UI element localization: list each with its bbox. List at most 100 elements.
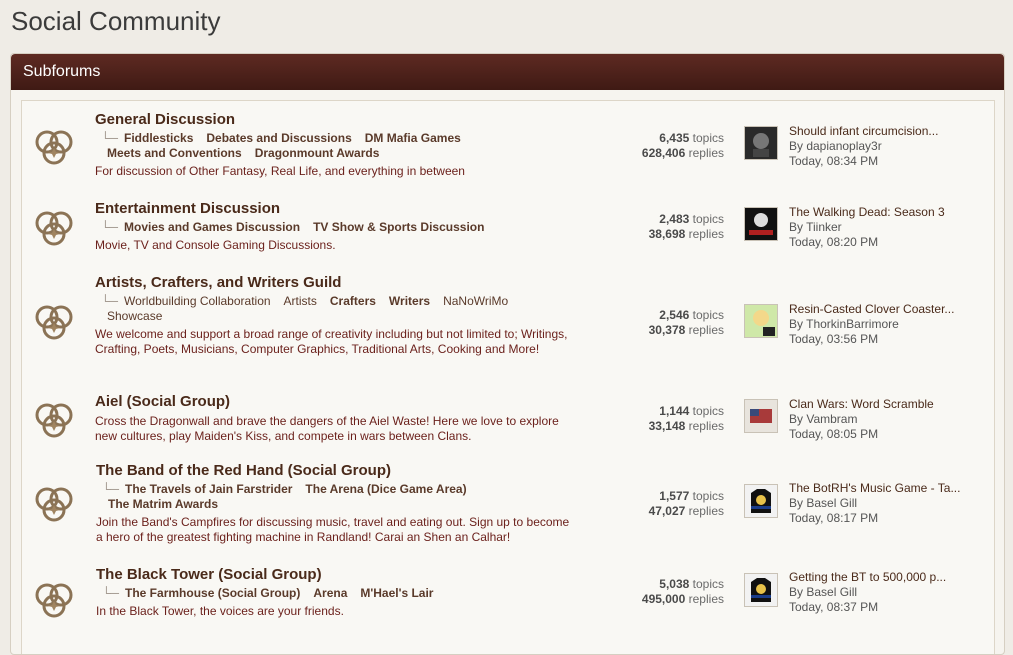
subforums-panel: Subforums General Discussion └─ Fiddlesti… <box>10 53 1005 655</box>
forum-stats: 5,038 topics 495,000 replies <box>582 577 724 607</box>
reply-count: 628,406 <box>641 146 686 160</box>
subforum-link[interactable]: Meets and Conventions <box>107 146 242 160</box>
subforum-link[interactable]: Crafters <box>330 294 376 308</box>
subforum-link[interactable]: The Farmhouse (Social Group) <box>125 586 300 600</box>
forum-title[interactable]: Aiel (Social Group) <box>95 393 575 411</box>
last-post-author[interactable]: By Tiinker <box>789 220 989 235</box>
subforum-link[interactable]: Artists <box>284 294 317 308</box>
forum-rings-icon[interactable] <box>34 400 74 440</box>
last-post: The Walking Dead: Season 3 By Tiinker To… <box>789 205 989 250</box>
reply-count: 30,378 <box>648 323 686 337</box>
page-title: Social Community <box>11 6 221 36</box>
tree-connector-icon: └─ <box>101 131 119 145</box>
last-post-author[interactable]: By Basel Gill <box>789 496 989 511</box>
last-post: The BotRH's Music Game - Ta... By Basel … <box>789 481 989 526</box>
forum-stats: 2,546 topics 30,378 replies <box>582 308 724 338</box>
subforum-link[interactable]: Dragonmount Awards <box>255 146 380 160</box>
last-post-time: Today, 08:37 PM <box>789 600 879 614</box>
forum-title[interactable]: The Black Tower (Social Group) <box>96 566 576 584</box>
forum-description: Cross the Dragonwall and brave the dange… <box>95 414 559 443</box>
forum-title[interactable]: Artists, Crafters, and Writers Guild <box>95 274 575 292</box>
subforum-list: └─ Fiddlesticks Debates and Discussions DM … <box>95 131 575 161</box>
last-post-time: Today, 03:56 PM <box>789 332 879 346</box>
forum-description: In the Black Tower, the voices are your … <box>96 604 344 618</box>
forum-stats: 1,577 topics 47,027 replies <box>582 489 724 519</box>
replies-label: replies <box>688 227 724 241</box>
last-post-title[interactable]: The Walking Dead: Season 3 <box>789 205 989 220</box>
last-post: Getting the BT to 500,000 p... By Basel … <box>789 570 989 615</box>
user-avatar[interactable] <box>744 207 778 241</box>
topic-count: 6,435 <box>659 131 690 145</box>
last-post-time: Today, 08:05 PM <box>789 427 879 441</box>
forum-stats: 2,483 topics 38,698 replies <box>582 212 724 242</box>
forum-stats: 1,144 topics 33,148 replies <box>582 404 724 434</box>
user-avatar[interactable] <box>744 399 778 433</box>
forum-stats: 6,435 topics 628,406 replies <box>582 131 724 161</box>
user-avatar[interactable] <box>744 573 778 607</box>
tree-connector-icon: └─ <box>101 220 119 234</box>
subforum-list: └─ Worldbuilding Collaboration Artists Craf… <box>95 294 575 324</box>
last-post: Clan Wars: Word Scramble By Vambram Toda… <box>789 397 989 442</box>
replies-label: replies <box>688 504 724 518</box>
topics-label: topics <box>692 489 724 503</box>
subforum-link[interactable]: M'Hael's Lair <box>360 586 433 600</box>
subforum-link[interactable]: The Arena (Dice Game Area) <box>305 482 466 496</box>
replies-label: replies <box>688 323 724 337</box>
subforum-link[interactable]: Arena <box>313 586 347 600</box>
last-post-title[interactable]: Getting the BT to 500,000 p... <box>789 570 989 585</box>
subforum-link[interactable]: Movies and Games Discussion <box>124 220 300 234</box>
last-post-time: Today, 08:17 PM <box>789 511 879 525</box>
reply-count: 47,027 <box>648 504 686 518</box>
forum-title[interactable]: The Band of the Red Hand (Social Group) <box>96 462 576 480</box>
forum-rings-icon[interactable] <box>34 302 74 342</box>
forum-rings-icon[interactable] <box>34 580 74 620</box>
subforum-list: └─ The Travels of Jain Farstrider The Aren… <box>96 482 576 512</box>
user-avatar[interactable] <box>744 126 778 160</box>
forum-title[interactable]: General Discussion <box>95 111 575 129</box>
topic-count: 5,038 <box>659 577 690 591</box>
last-post-author[interactable]: By dapianoplay3r <box>789 139 989 154</box>
subforum-link[interactable]: Debates and Discussions <box>206 131 351 145</box>
forum-title[interactable]: Entertainment Discussion <box>95 200 575 218</box>
last-post-title[interactable]: The BotRH's Music Game - Ta... <box>789 481 989 496</box>
replies-label: replies <box>688 419 724 433</box>
topics-label: topics <box>692 577 724 591</box>
tree-connector-icon: └─ <box>101 294 119 308</box>
subforum-link[interactable]: TV Show & Sports Discussion <box>313 220 484 234</box>
replies-label: replies <box>688 146 724 160</box>
last-post-time: Today, 08:20 PM <box>789 235 879 249</box>
subforum-link[interactable]: Showcase <box>107 309 162 323</box>
subforum-link[interactable]: The Travels of Jain Farstrider <box>125 482 292 496</box>
subforum-link[interactable]: Writers <box>389 294 430 308</box>
last-post-author[interactable]: By ThorkinBarrimore <box>789 317 989 332</box>
forum-rings-icon[interactable] <box>34 127 74 167</box>
forum-rings-icon[interactable] <box>34 208 74 248</box>
subforum-link[interactable]: DM Mafia Games <box>365 131 461 145</box>
last-post-time: Today, 08:34 PM <box>789 154 879 168</box>
reply-count: 495,000 <box>641 592 686 606</box>
forum-description: For discussion of Other Fantasy, Real Li… <box>95 164 465 178</box>
subforum-link[interactable]: Worldbuilding Collaboration <box>124 294 271 308</box>
replies-label: replies <box>688 592 724 606</box>
user-avatar[interactable] <box>744 484 778 518</box>
topics-label: topics <box>692 404 724 418</box>
subforum-link[interactable]: NaNoWriMo <box>443 294 508 308</box>
forum-description: Movie, TV and Console Gaming Discussions… <box>95 238 336 252</box>
last-post: Should infant circumcision... By dapiano… <box>789 124 989 169</box>
subforum-list: └─ Movies and Games Discussion TV Show & S… <box>95 220 575 235</box>
subforum-link[interactable]: The Matrim Awards <box>108 497 218 511</box>
last-post-title[interactable]: Resin-Casted Clover Coaster... <box>789 302 989 317</box>
user-avatar[interactable] <box>744 304 778 338</box>
forum-rings-icon[interactable] <box>34 484 74 524</box>
panel-header: Subforums <box>11 54 1004 90</box>
topic-count: 2,546 <box>659 308 690 322</box>
reply-count: 38,698 <box>648 227 686 241</box>
topic-count: 1,144 <box>659 404 690 418</box>
forum-list: General Discussion └─ Fiddlesticks Debates… <box>21 100 995 654</box>
last-post-author[interactable]: By Vambram <box>789 412 989 427</box>
last-post-title[interactable]: Should infant circumcision... <box>789 124 989 139</box>
last-post-author[interactable]: By Basel Gill <box>789 585 989 600</box>
topics-label: topics <box>692 308 724 322</box>
last-post-title[interactable]: Clan Wars: Word Scramble <box>789 397 989 412</box>
subforum-link[interactable]: Fiddlesticks <box>124 131 193 145</box>
